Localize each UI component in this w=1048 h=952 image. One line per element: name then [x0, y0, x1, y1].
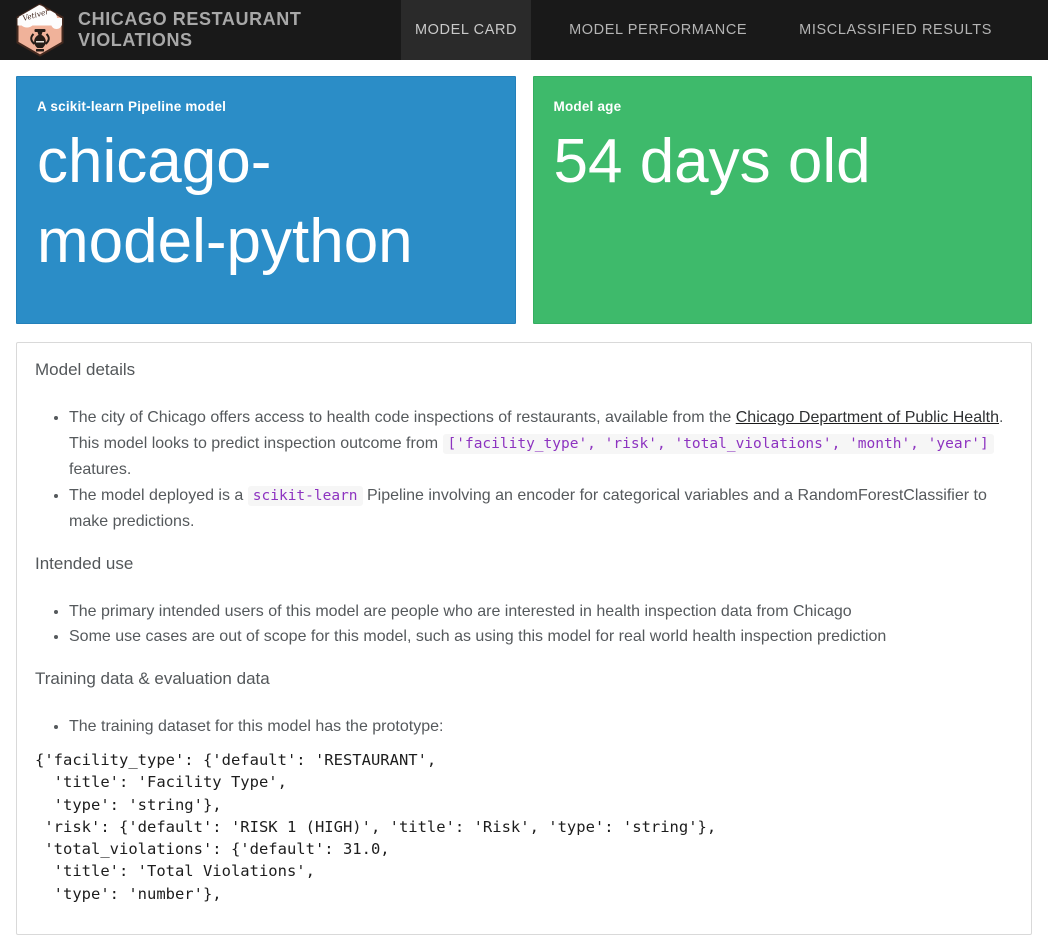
features-code: ['facility_type', 'risk', 'total_violati… [443, 434, 994, 454]
section-heading-training-data: Training data & evaluation data [35, 668, 1013, 690]
list-item: Some use cases are out of scope for this… [69, 624, 1013, 650]
navbar-tabs: MODEL CARD MODEL PERFORMANCE MISCLASSIFI… [401, 0, 1048, 60]
section-heading-model-details: Model details [35, 359, 1013, 381]
value-box-age-caption: Model age [554, 99, 1012, 114]
tab-misclassified-results[interactable]: MISCLASSIFIED RESULTS [785, 0, 1006, 60]
public-health-link[interactable]: Chicago Department of Public Health [736, 409, 999, 426]
value-box-model-caption: A scikit-learn Pipeline model [37, 99, 495, 114]
list-item: The model deployed is a scikit-learn Pip… [69, 483, 1013, 535]
model-card-panel: Model details The city of Chicago offers… [16, 342, 1032, 935]
brand-title: CHICAGO RESTAURANT VIOLATIONS [78, 9, 301, 51]
bullet-text: features. [69, 461, 131, 478]
prototype-code-block: {'facility_type': {'default': 'RESTAURAN… [35, 749, 1013, 905]
list-item: The primary intended users of this model… [69, 599, 1013, 625]
list-item: The city of Chicago offers access to hea… [69, 405, 1013, 483]
vetiver-logo-icon: Vetiver [14, 3, 66, 57]
value-box-model-age: Model age 54 days old [533, 76, 1033, 324]
brand-title-line2: VIOLATIONS [78, 30, 301, 51]
section-heading-intended-use: Intended use [35, 553, 1013, 575]
bullet-text: The city of Chicago offers access to hea… [69, 409, 736, 426]
training-data-list: The training dataset for this model has … [35, 714, 1013, 740]
value-box-age-value: 54 days old [554, 122, 1012, 202]
tab-model-card[interactable]: MODEL CARD [401, 0, 531, 60]
brand-title-line1: CHICAGO RESTAURANT [78, 9, 301, 30]
value-box-model-name: A scikit-learn Pipeline model chicago-mo… [16, 76, 516, 324]
brand: Vetiver CHICAGO RESTAURANT VIOLATIONS [0, 0, 301, 60]
page-content: A scikit-learn Pipeline model chicago-mo… [0, 76, 1048, 935]
model-details-list: The city of Chicago offers access to hea… [35, 405, 1013, 535]
tab-model-performance[interactable]: MODEL PERFORMANCE [555, 0, 761, 60]
value-box-row: A scikit-learn Pipeline model chicago-mo… [16, 76, 1032, 324]
value-box-model-value: chicago-model-python [37, 122, 452, 282]
list-item: The training dataset for this model has … [69, 714, 1013, 740]
navbar: Vetiver CHICAGO RESTAURANT VIOLATIONS MO… [0, 0, 1048, 60]
bullet-text: The model deployed is a [69, 487, 248, 504]
scikit-learn-code: scikit-learn [248, 486, 363, 506]
intended-use-list: The primary intended users of this model… [35, 599, 1013, 650]
